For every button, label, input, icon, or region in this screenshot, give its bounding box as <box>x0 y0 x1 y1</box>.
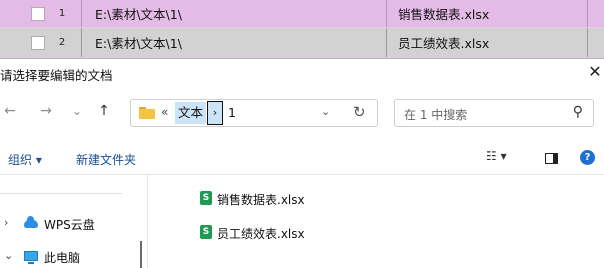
up-arrow-icon[interactable]: ↑ <box>96 101 112 121</box>
view-options-icon[interactable]: ☷ ▾ <box>486 149 507 167</box>
folder-icon <box>139 107 155 119</box>
row-number: 1 <box>58 8 66 19</box>
column-divider <box>587 0 588 27</box>
row-filename: 销售数据表.xlsx <box>398 7 490 22</box>
cloud-icon <box>24 216 38 228</box>
file-name: 员工绩效表.xlsx <box>217 227 305 241</box>
dialog-title: 请选择要编辑的文档 <box>0 68 113 83</box>
help-icon[interactable]: ? <box>580 150 595 165</box>
row-number: 2 <box>58 37 66 48</box>
spreadsheet-icon: S <box>200 225 212 239</box>
spreadsheet-icon: S <box>200 191 212 205</box>
column-divider <box>386 28 387 57</box>
navigation-pane: › WPS云盘 ⌄ 此电脑 <box>0 175 148 268</box>
dialog-titlebar: 请选择要编辑的文档 ✕ <box>0 59 604 87</box>
search-icon[interactable]: ⚲ <box>573 104 583 120</box>
new-folder-button[interactable]: 新建文件夹 <box>76 151 136 168</box>
scrollbar-thumb[interactable] <box>140 241 142 268</box>
nav-separator <box>0 193 122 194</box>
row-filename: 员工绩效表.xlsx <box>398 36 490 51</box>
row-path: E:\素材\文本\1\ <box>95 7 182 22</box>
recent-locations-chevron-icon[interactable]: ⌄ <box>70 101 84 121</box>
dialog-toolbar: 组织 ▾ 新建文件夹 ☷ ▾ ? <box>0 143 604 173</box>
sidebar-item-label: WPS云盘 <box>44 218 95 232</box>
column-divider <box>386 0 387 27</box>
expand-chevron-icon[interactable]: › <box>4 216 8 229</box>
address-bar[interactable]: « 文本 › 1 ⌄ ↻ <box>130 99 378 127</box>
open-file-dialog: 请选择要编辑的文档 ✕ ← → ⌄ ↑ « 文本 › 1 ⌄ ↻ 在 1 中搜索… <box>0 58 604 268</box>
breadcrumb-separator-chevron-icon[interactable]: › <box>207 101 223 125</box>
list-item[interactable]: S 员工绩效表.xlsx <box>200 221 400 243</box>
breadcrumb-wenben[interactable]: 文本 <box>175 102 207 124</box>
back-arrow-icon[interactable]: ← <box>2 101 18 121</box>
file-list: S 销售数据表.xlsx S 员工绩效表.xlsx <box>148 175 604 268</box>
preview-pane-icon[interactable] <box>545 153 558 164</box>
forward-arrow-icon[interactable]: → <box>38 101 54 121</box>
sidebar-item-label: 此电脑 <box>44 251 81 265</box>
list-item[interactable]: S 销售数据表.xlsx <box>200 187 400 209</box>
row-path: E:\素材\文本\1\ <box>95 36 182 51</box>
breadcrumb-1[interactable]: 1 <box>228 105 236 120</box>
search-placeholder[interactable]: 在 1 中搜索 <box>404 106 467 123</box>
sidebar-item-wps-cloud[interactable]: › WPS云盘 <box>0 213 148 235</box>
table-row[interactable]: 2 E:\素材\文本\1\ 员工绩效表.xlsx <box>0 28 604 58</box>
row-checkbox[interactable] <box>31 35 45 50</box>
computer-icon <box>24 251 38 264</box>
overflow-chevron-icon[interactable]: « <box>161 105 168 119</box>
column-divider <box>81 28 82 57</box>
close-icon[interactable]: ✕ <box>586 61 604 83</box>
column-divider <box>587 28 588 57</box>
row-checkbox[interactable] <box>31 6 45 21</box>
sidebar-item-this-pc[interactable]: ⌄ 此电脑 <box>0 246 148 268</box>
navigation-bar: ← → ⌄ ↑ « 文本 › 1 ⌄ ↻ 在 1 中搜索 ⚲ <box>0 89 604 133</box>
organize-button[interactable]: 组织 ▾ <box>8 151 42 168</box>
collapse-chevron-icon[interactable]: ⌄ <box>4 249 13 262</box>
table-row[interactable]: 1 E:\素材\文本\1\ 销售数据表.xlsx <box>0 0 604 28</box>
refresh-icon[interactable]: ↻ <box>353 103 366 121</box>
address-dropdown-chevron-icon[interactable]: ⌄ <box>321 105 330 118</box>
search-box[interactable]: 在 1 中搜索 ⚲ <box>394 99 594 127</box>
file-name: 销售数据表.xlsx <box>217 193 305 207</box>
background-table: 1 E:\素材\文本\1\ 销售数据表.xlsx 2 E:\素材\文本\1\ 员… <box>0 0 604 60</box>
column-divider <box>81 0 82 27</box>
